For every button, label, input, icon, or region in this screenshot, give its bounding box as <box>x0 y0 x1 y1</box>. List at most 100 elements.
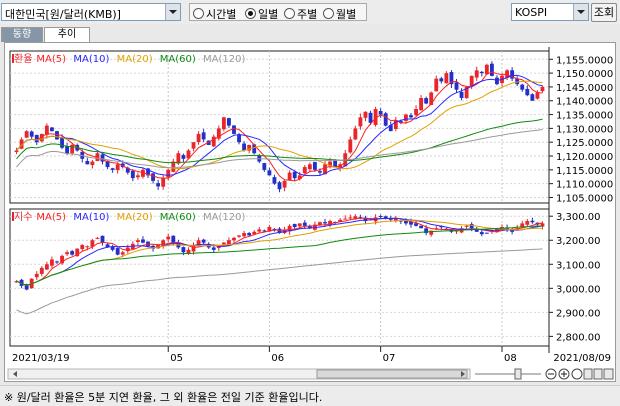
candle-body <box>277 182 282 190</box>
tab-trend[interactable]: 동향 <box>1 27 43 42</box>
market-select[interactable]: 대한민국[원/달러(KMB)] <box>1 3 181 21</box>
candle-body <box>95 237 100 239</box>
legend-item: MA(20) <box>117 212 153 223</box>
y-tick-label: 1,105.0000 <box>556 193 613 204</box>
radio-daily[interactable]: 일별 <box>245 6 278 22</box>
candle-body <box>181 247 186 253</box>
candle-body <box>297 223 302 227</box>
y-tick-label: 1,150.0000 <box>556 69 613 80</box>
candle-body <box>383 113 388 126</box>
candle-body <box>292 224 297 228</box>
candle-body <box>459 91 464 98</box>
candle-body <box>221 242 226 245</box>
candle-body <box>130 170 135 179</box>
toolbar: 대한민국[원/달러(KMB)] 시간별 일별 주별 월별 KOSPI 조회 <box>0 0 620 24</box>
candle-body <box>358 117 363 127</box>
tab-history[interactable]: 추이 <box>44 27 90 42</box>
candle-body <box>439 78 444 82</box>
footer-note: ※ 원/달러 환율은 5분 지연 환율, 그 외 환율은 전일 기준 환율입니다… <box>4 391 323 404</box>
candle-body <box>90 161 95 166</box>
candle-body <box>141 239 145 243</box>
x-tick-label: 05 <box>170 353 183 364</box>
candle-body <box>196 133 201 143</box>
candle-body <box>292 171 297 179</box>
candle-body <box>302 222 307 226</box>
reset-icon[interactable] <box>571 368 583 380</box>
candle-body <box>368 112 373 123</box>
candle-body <box>80 245 85 250</box>
legend-item: 환율 <box>14 53 32 65</box>
legend-item: MA(60) <box>160 54 196 65</box>
chart-panel: 1,155.0000 1,150.0000 1,145.0000 1,140.0000… <box>4 42 616 382</box>
candle-body <box>495 77 499 85</box>
candle-body <box>85 161 90 165</box>
chevron-down-icon[interactable] <box>165 4 180 20</box>
y-tick-label: 1,145.0000 <box>556 83 613 94</box>
page-up-icon[interactable] <box>583 368 593 380</box>
legend-item: MA(120) <box>203 54 245 65</box>
y-tick-label: 1,140.0000 <box>556 97 613 108</box>
y-tick-label: 2,900.00 <box>556 308 601 319</box>
radio-hourly[interactable]: 시간별 <box>193 6 236 22</box>
candle-body <box>348 139 353 153</box>
candle-body <box>29 131 34 137</box>
radio-monthly[interactable]: 월별 <box>323 6 356 22</box>
radio-weekly[interactable]: 주별 <box>284 6 317 22</box>
candle-body <box>201 239 206 243</box>
x-tick-label: 06 <box>271 353 284 364</box>
legend-item: MA(120) <box>203 212 245 223</box>
legend-item: MA(60) <box>160 212 196 223</box>
candle-body <box>318 171 322 173</box>
candle-body <box>55 261 59 263</box>
candle-body <box>151 173 155 181</box>
candle-body <box>484 232 489 234</box>
page-down-icon[interactable] <box>593 368 603 380</box>
candle-body <box>85 246 90 248</box>
candle-body <box>353 128 358 140</box>
candle-body <box>161 178 166 187</box>
candle-body <box>484 64 489 75</box>
candle-body <box>242 233 247 237</box>
x-tick-label: 07 <box>383 353 396 364</box>
legend-item: MA(5) <box>36 212 66 223</box>
y-tick-label: 3,100.00 <box>556 260 601 271</box>
zoom-slider-handle[interactable] <box>514 368 522 380</box>
candle-body <box>378 216 383 218</box>
candle-body <box>419 97 424 111</box>
candle-body <box>65 146 70 154</box>
candle-body <box>287 172 292 181</box>
candle-body <box>479 232 484 235</box>
print-icon[interactable] <box>603 368 614 380</box>
candle-body <box>525 221 530 225</box>
candle-body <box>404 221 408 224</box>
candle-body <box>115 164 120 171</box>
y-tick-label: 1,155.0000 <box>556 55 613 66</box>
candle-body <box>479 71 484 74</box>
chevron-down-icon[interactable] <box>573 4 588 20</box>
candle-body <box>70 251 75 255</box>
candle-body <box>267 170 272 176</box>
radio-dot-selected-icon <box>245 8 256 19</box>
candle-body <box>247 233 252 236</box>
candle-body <box>211 136 216 147</box>
candle-body <box>414 109 418 116</box>
candle-body <box>120 252 125 255</box>
candle-body <box>520 84 525 90</box>
y-tick-label: 1,110.0000 <box>556 180 613 191</box>
candle-body <box>262 163 267 170</box>
candle-body <box>211 247 216 250</box>
candle-body <box>282 180 287 188</box>
candle-body <box>65 252 70 255</box>
candle-body <box>115 248 120 255</box>
legend-item: MA(5) <box>36 54 66 65</box>
candle-body <box>388 218 393 220</box>
candle-body <box>55 131 59 140</box>
y-tick-label: 1,120.0000 <box>556 152 613 163</box>
lookup-button[interactable]: 조회 <box>591 3 617 22</box>
scrollbar-thumb[interactable] <box>316 369 468 379</box>
y-tick-label: 3,000.00 <box>556 284 601 295</box>
y-tick-label: 1,115.0000 <box>556 166 613 177</box>
index-select[interactable]: KOSPI <box>511 3 589 21</box>
y-tick-label: 3,200.00 <box>556 236 601 247</box>
legend-marker <box>12 212 14 221</box>
